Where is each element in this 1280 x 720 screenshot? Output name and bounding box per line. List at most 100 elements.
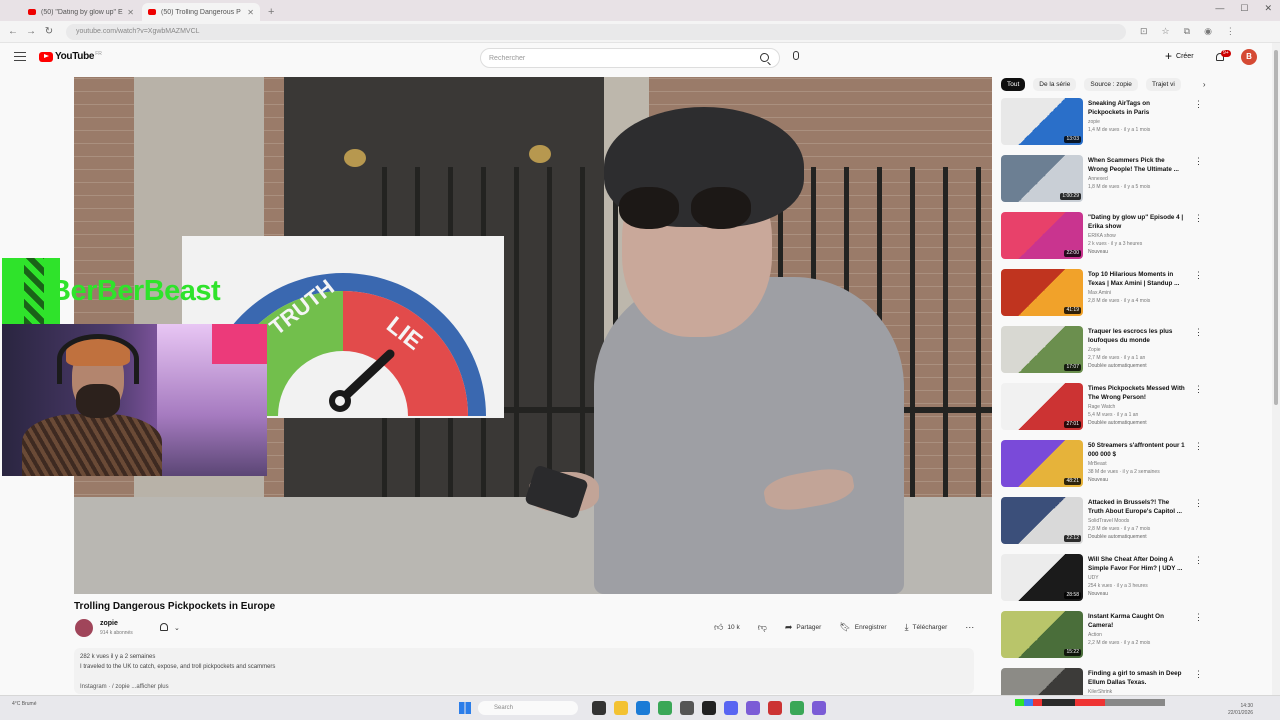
chevron-right-icon[interactable]: ›	[1203, 80, 1206, 89]
taskbar-search[interactable]: Search	[478, 701, 578, 715]
more-vertical-icon[interactable]: ⋮	[1194, 214, 1203, 223]
more-vertical-icon[interactable]: ⋮	[1194, 385, 1203, 394]
recommendation-item[interactable]: 22:00 "Dating by glow up" Episode 4 | Eri…	[1001, 212, 1203, 269]
recommendation-thumbnail[interactable]: 13:03	[1001, 98, 1083, 145]
more-actions-button[interactable]: ⋯	[965, 622, 974, 633]
recommendation-thumbnail[interactable]: 1:00:29	[1001, 155, 1083, 202]
subscription-bell-icon[interactable]	[160, 623, 168, 631]
recommendation-title[interactable]: Instant Karma Caught On Camera!	[1088, 612, 1186, 630]
chip-series[interactable]: De la série	[1033, 78, 1077, 91]
chevron-down-icon[interactable]: ⌄	[174, 624, 180, 632]
menu-hamburger-icon[interactable]	[14, 52, 26, 61]
bookmark-star-icon[interactable]: ☆	[1162, 26, 1170, 37]
recommendation-title[interactable]: When Scammers Pick the Wrong People! The…	[1088, 156, 1186, 174]
create-button[interactable]: + Créer	[1165, 50, 1194, 62]
browser-tab[interactable]: (50) "Dating by glow up" Ep ✕	[22, 3, 140, 21]
like-button[interactable]: 👍︎ 10 k	[714, 622, 740, 633]
recommendation-thumbnail[interactable]: 15:22	[1001, 611, 1083, 658]
extensions-icon[interactable]: ⧉	[1184, 26, 1190, 37]
recommendation-channel[interactable]: Zopie	[1088, 347, 1101, 353]
channel-name[interactable]: zopie	[100, 620, 118, 627]
recommendation-title[interactable]: Attacked in Brussels?! The Truth About E…	[1088, 498, 1186, 516]
app-icon[interactable]	[812, 701, 826, 715]
chrome-icon[interactable]	[790, 701, 804, 715]
more-vertical-icon[interactable]: ⋮	[1194, 157, 1203, 166]
chrome-icon[interactable]	[658, 701, 672, 715]
app-icon[interactable]	[746, 701, 760, 715]
clock[interactable]: 14:30 22/01/2026	[1228, 703, 1253, 717]
description-links[interactable]: Instagram · / zopie ...afficher plus	[80, 682, 968, 692]
recommendation-channel[interactable]: Annexed	[1088, 176, 1108, 182]
recommendation-item[interactable]: 48:21 50 Streamers s'affrontent pour 1 00…	[1001, 440, 1203, 497]
more-vertical-icon[interactable]: ⋮	[1194, 499, 1203, 508]
edge-icon[interactable]	[636, 701, 650, 715]
recommendation-title[interactable]: Will She Cheat After Doing A Simple Favo…	[1088, 555, 1186, 573]
maximize-icon[interactable]: ☐	[1240, 3, 1248, 14]
back-icon[interactable]: ←	[4, 26, 22, 37]
recommendation-title[interactable]: "Dating by glow up" Episode 4 | Erika sh…	[1088, 213, 1186, 231]
recommendation-item[interactable]: 41:19 Top 10 Hilarious Moments in Texas |…	[1001, 269, 1203, 326]
chip-travel[interactable]: Trajet vi	[1145, 78, 1181, 91]
recommendation-title[interactable]: Sneaking AirTags on Pickpockets in Paris	[1088, 99, 1186, 117]
recommendation-item[interactable]: 22:12 Attacked in Brussels?! The Truth Ab…	[1001, 497, 1203, 554]
channel-avatar[interactable]	[75, 619, 93, 637]
profile-icon[interactable]: ◉	[1204, 26, 1212, 37]
download-button[interactable]: ⤓ Télécharger	[905, 622, 948, 633]
recommendation-channel[interactable]: Rage Watch	[1088, 404, 1115, 410]
discord-icon[interactable]	[724, 701, 738, 715]
recommendation-item[interactable]: 17:07 Traquer les escrocs les plus loufoq…	[1001, 326, 1203, 383]
close-tab-icon[interactable]: ✕	[127, 8, 134, 17]
recommendation-title[interactable]: Traquer les escrocs les plus loufoques d…	[1088, 327, 1186, 345]
recommendation-channel[interactable]: zopie	[1088, 119, 1100, 125]
more-vertical-icon[interactable]: ⋮	[1194, 328, 1203, 337]
install-icon[interactable]: ⊡	[1140, 26, 1148, 37]
app-icon[interactable]	[680, 701, 694, 715]
scrollbar-thumb[interactable]	[1274, 50, 1278, 405]
recommendation-thumbnail[interactable]: 41:19	[1001, 269, 1083, 316]
windows-start-icon[interactable]	[459, 702, 471, 714]
recommendation-channel[interactable]: SolidTravel Moods	[1088, 518, 1129, 524]
more-vertical-icon[interactable]: ⋮	[1194, 271, 1203, 280]
close-tab-icon[interactable]: ✕	[247, 8, 254, 17]
recommendation-channel[interactable]: MrBeast	[1088, 461, 1107, 467]
recommendation-thumbnail[interactable]: 22:12	[1001, 497, 1083, 544]
recommendation-item[interactable]: 28:58 Will She Cheat After Doing A Simple…	[1001, 554, 1203, 611]
weather-widget[interactable]: 4°C Brumé	[12, 701, 37, 708]
search-input[interactable]	[481, 54, 731, 62]
recommendation-thumbnail[interactable]: 27:01	[1001, 383, 1083, 430]
recommendation-channel[interactable]: UDY	[1088, 575, 1099, 581]
recommendation-thumbnail[interactable]: 22:00	[1001, 212, 1083, 259]
minimize-icon[interactable]: —	[1215, 3, 1224, 14]
app-icon[interactable]	[768, 701, 782, 715]
new-tab-button[interactable]: +	[268, 3, 274, 21]
recommendation-thumbnail[interactable]: 28:58	[1001, 554, 1083, 601]
recommendation-item[interactable]: 1:00:29 When Scammers Pick the Wrong Peop…	[1001, 155, 1203, 212]
recommendation-title[interactable]: Finding a girl to smash in Deep Ellum Da…	[1088, 669, 1186, 687]
recommendation-item[interactable]: 15:22 Instant Karma Caught On Camera! Acti…	[1001, 611, 1203, 668]
address-bar[interactable]: youtube.com/watch?v=XgwbMAZMVCL	[66, 23, 1126, 40]
menu-dots-icon[interactable]: ⋮	[1226, 26, 1235, 37]
close-window-icon[interactable]: ✕	[1264, 3, 1272, 14]
file-explorer-icon[interactable]	[614, 701, 628, 715]
recommendation-thumbnail[interactable]: 48:21	[1001, 440, 1083, 487]
save-button[interactable]: 🔖︎ Enregistrer	[839, 622, 886, 633]
recommendation-item[interactable]: 27:01 Times Pickpockets Messed With The W…	[1001, 383, 1203, 440]
chip-all[interactable]: Tout	[1001, 78, 1026, 91]
recommendation-title[interactable]: Times Pickpockets Messed With The Wrong …	[1088, 384, 1186, 402]
more-vertical-icon[interactable]: ⋮	[1194, 556, 1203, 565]
obs-icon[interactable]	[702, 701, 716, 715]
recommendation-channel[interactable]: Action	[1088, 632, 1102, 638]
chip-source[interactable]: Source : zopie	[1084, 78, 1138, 91]
system-tray[interactable]	[1015, 699, 1165, 706]
more-vertical-icon[interactable]: ⋮	[1194, 670, 1203, 679]
share-button[interactable]: ➦ Partager	[785, 622, 821, 633]
recommendation-title[interactable]: 50 Streamers s'affrontent pour 1 000 000…	[1088, 441, 1186, 459]
more-vertical-icon[interactable]: ⋮	[1194, 613, 1203, 622]
recommendation-channel[interactable]: ERIKA show	[1088, 233, 1116, 239]
youtube-logo[interactable]: YouTube FR	[39, 51, 102, 62]
recommendation-item[interactable]: 13:03 Sneaking AirTags on Pickpockets in …	[1001, 98, 1203, 155]
recommendation-thumbnail[interactable]: 17:07	[1001, 326, 1083, 373]
video-description[interactable]: 282 k vues il y a 2 semaines I traveled …	[74, 648, 974, 694]
more-vertical-icon[interactable]: ⋮	[1194, 442, 1203, 451]
forward-icon[interactable]: →	[22, 26, 40, 37]
